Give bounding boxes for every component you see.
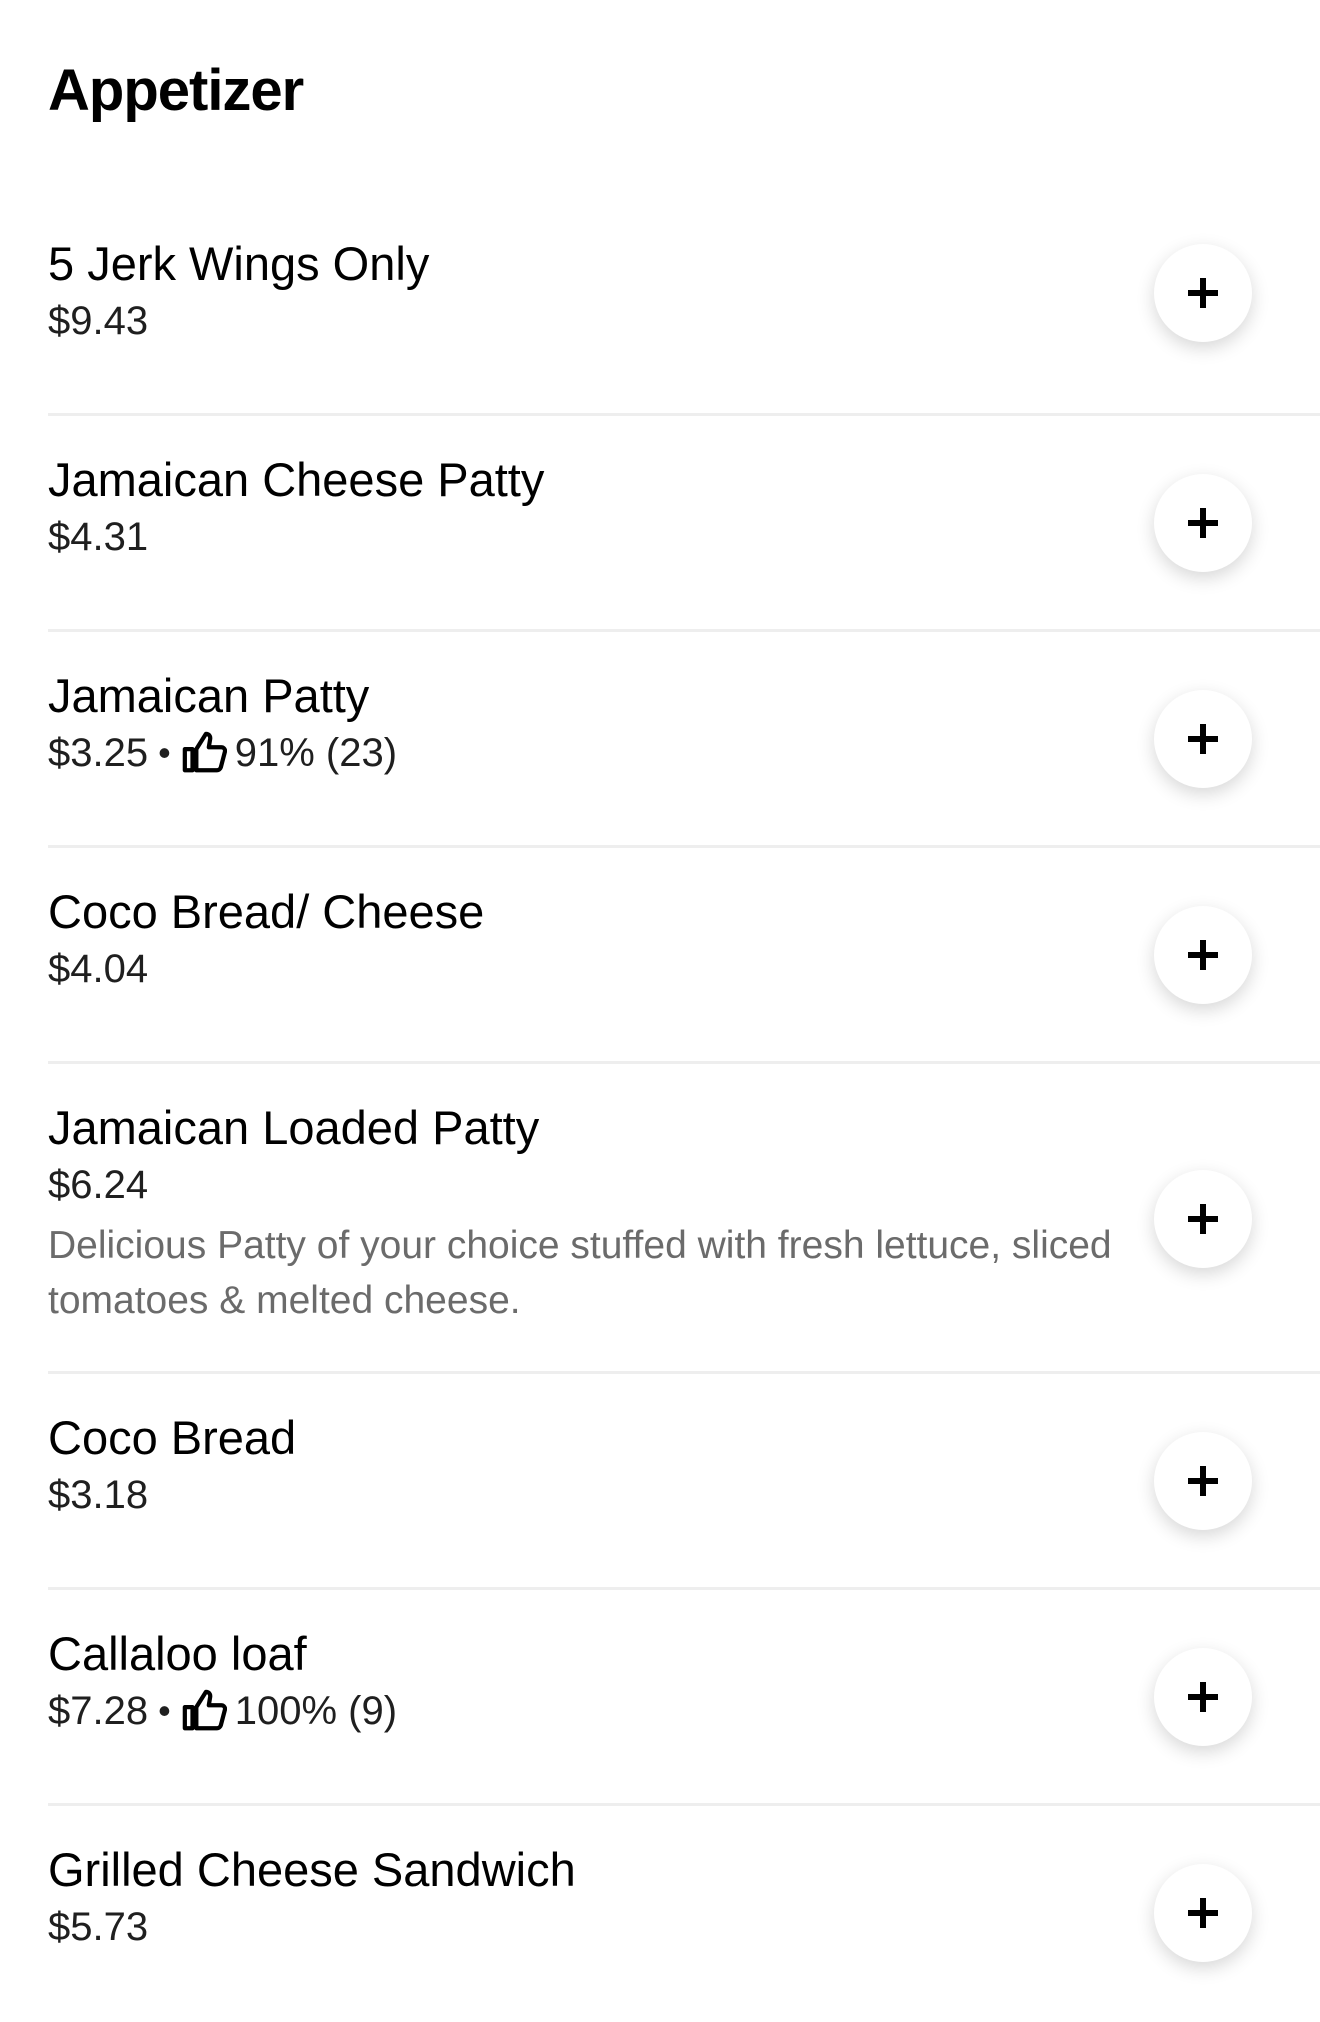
add-item-button[interactable]: [1154, 1432, 1252, 1530]
menu-item-price: $4.04: [48, 947, 149, 991]
menu-item-text: 5 Jerk Wings Only $9.43: [48, 236, 1128, 350]
menu-item-text: Grilled Cheese Sandwich $5.73: [48, 1842, 1128, 1956]
section-title: Appetizer: [48, 58, 304, 123]
menu-item-name: Callaloo loaf: [48, 1627, 307, 1680]
menu-item-text: Coco Bread $3.18: [48, 1410, 1128, 1524]
menu-item[interactable]: Coco Bread/ Cheese $4.04: [48, 848, 1320, 1064]
add-item-button[interactable]: [1154, 244, 1252, 342]
menu-item-price: $9.43: [48, 299, 149, 343]
menu-item-meta: $3.25 • 91% (23): [48, 724, 1128, 782]
menu-item-meta: $3.18: [48, 1466, 1128, 1524]
menu-item-meta: $5.73: [48, 1898, 1128, 1956]
menu-item-price: $4.31: [48, 515, 149, 559]
plus-icon: [1188, 508, 1218, 538]
plus-icon: [1188, 278, 1218, 308]
menu-item[interactable]: Callaloo loaf $7.28 • 100% (9): [48, 1590, 1320, 1806]
menu-item-name: Coco Bread: [48, 1411, 297, 1464]
thumbs-up-icon: [182, 731, 227, 773]
menu-list: 5 Jerk Wings Only $9.43 Jamaican Cheese …: [48, 200, 1320, 2022]
menu-item-text: Jamaican Cheese Patty $4.31: [48, 452, 1128, 566]
menu-item-meta: $4.31: [48, 508, 1128, 566]
add-item-button[interactable]: [1154, 906, 1252, 1004]
menu-item-rating: 91% (23): [234, 731, 398, 775]
menu-item[interactable]: Jamaican Patty $3.25 • 91% (23): [48, 632, 1320, 848]
menu-item-price: $6.24: [48, 1163, 149, 1207]
menu-item-price: $7.28: [48, 1689, 149, 1733]
menu-item-name: Grilled Cheese Sandwich: [48, 1843, 576, 1896]
menu-item[interactable]: 5 Jerk Wings Only $9.43: [48, 200, 1320, 416]
menu-item-text: Jamaican Loaded Patty $6.24 Delicious Pa…: [48, 1100, 1128, 1328]
plus-icon: [1188, 1898, 1218, 1928]
meta-separator: •: [158, 1690, 171, 1731]
menu-item-text: Coco Bread/ Cheese $4.04: [48, 884, 1128, 998]
add-item-button[interactable]: [1154, 474, 1252, 572]
menu-item-name: Coco Bread/ Cheese: [48, 885, 485, 938]
menu-item-price: $3.25: [48, 731, 149, 775]
menu-item-meta: $7.28 • 100% (9): [48, 1682, 1128, 1740]
plus-icon: [1188, 1682, 1218, 1712]
add-item-button[interactable]: [1154, 1648, 1252, 1746]
menu-item-name: 5 Jerk Wings Only: [48, 237, 430, 290]
menu-item-meta: $4.04: [48, 940, 1128, 998]
plus-icon: [1188, 1466, 1218, 1496]
thumbs-up-icon: [182, 1689, 227, 1731]
menu-item-name: Jamaican Patty: [48, 669, 370, 722]
menu-item-name: Jamaican Cheese Patty: [48, 453, 545, 506]
menu-item-description: Delicious Patty of your choice stuffed w…: [48, 1224, 1112, 1322]
menu-item-text: Jamaican Patty $3.25 • 91% (23): [48, 668, 1128, 782]
plus-icon: [1188, 724, 1218, 754]
menu-item-text: Callaloo loaf $7.28 • 100% (9): [48, 1626, 1128, 1740]
menu-item[interactable]: Jamaican Loaded Patty $6.24 Delicious Pa…: [48, 1064, 1320, 1374]
menu-item-name: Jamaican Loaded Patty: [48, 1101, 540, 1154]
menu-item[interactable]: Coco Bread $3.18: [48, 1374, 1320, 1590]
add-item-button[interactable]: [1154, 690, 1252, 788]
plus-icon: [1188, 940, 1218, 970]
menu-item[interactable]: Grilled Cheese Sandwich $5.73: [48, 1806, 1320, 2022]
add-item-button[interactable]: [1154, 1864, 1252, 1962]
plus-icon: [1188, 1204, 1218, 1234]
meta-separator: •: [158, 732, 171, 773]
menu-item[interactable]: Jamaican Cheese Patty $4.31: [48, 416, 1320, 632]
menu-item-rating: 100% (9): [234, 1689, 398, 1733]
menu-item-price: $5.73: [48, 1905, 149, 1949]
menu-item-meta: $9.43: [48, 292, 1128, 350]
menu-item-meta: $6.24: [48, 1156, 1128, 1214]
add-item-button[interactable]: [1154, 1170, 1252, 1268]
menu-item-price: $3.18: [48, 1473, 149, 1517]
